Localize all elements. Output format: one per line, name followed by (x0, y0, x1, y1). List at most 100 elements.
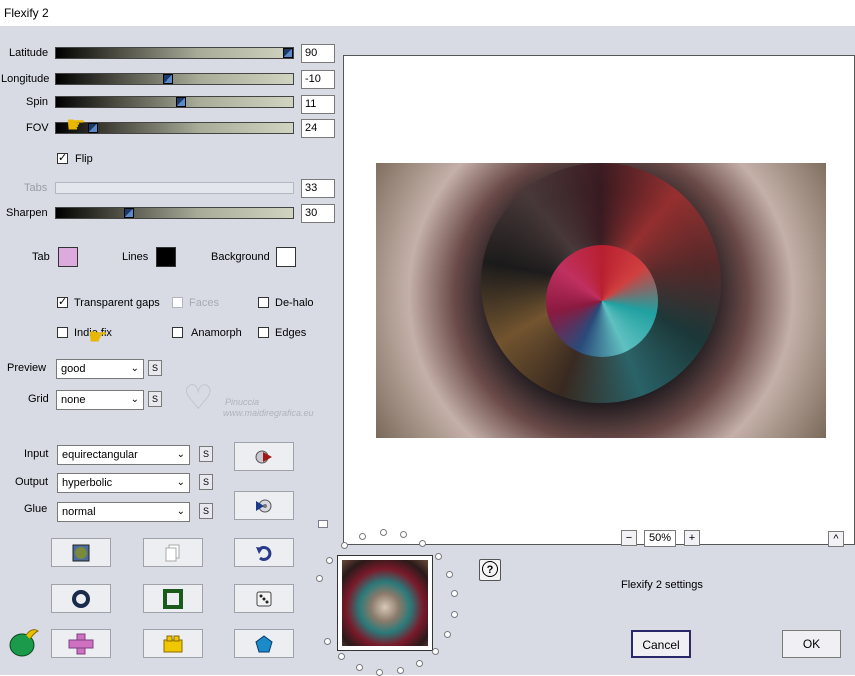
ok-button[interactable]: OK (782, 630, 841, 658)
fov-value[interactable]: 24 (301, 119, 335, 138)
edges-checkbox[interactable] (258, 327, 269, 338)
preset-dot[interactable] (445, 570, 453, 578)
lines-color-swatch[interactable] (156, 247, 176, 267)
slider-thumb[interactable] (176, 97, 186, 107)
expand-up-button[interactable]: ^ (828, 531, 844, 547)
glue-select[interactable]: normal ⌄ (57, 502, 190, 522)
latitude-slider[interactable] (55, 47, 294, 59)
grid-s-button[interactable]: S (148, 391, 162, 407)
slider-thumb[interactable] (163, 74, 173, 84)
longitude-slider[interactable] (55, 73, 294, 85)
heart-logo-icon: ♡ (183, 379, 214, 417)
preset-dot[interactable] (359, 532, 367, 540)
randomize-button[interactable] (234, 584, 294, 613)
fov-slider[interactable] (55, 122, 294, 134)
preview-pane[interactable] (343, 55, 855, 545)
cross-shape-button[interactable] (51, 629, 111, 658)
preset-dot[interactable] (451, 590, 459, 598)
zoom-out-button[interactable]: − (621, 530, 637, 546)
preset-dot[interactable] (415, 660, 423, 668)
preset-dot[interactable] (323, 638, 331, 646)
preset-dot[interactable] (432, 647, 440, 655)
background-color-swatch[interactable] (276, 247, 296, 267)
input-label: Input (24, 448, 49, 460)
square-frame-icon (163, 588, 183, 609)
slider-thumb[interactable] (283, 48, 293, 58)
title-bar: Flexify 2 (0, 0, 855, 26)
ring-icon (72, 589, 90, 608)
tab-color-label: Tab (32, 251, 50, 263)
block-shape-button[interactable] (143, 629, 203, 658)
globe-map-button[interactable] (51, 538, 111, 567)
preset-dot[interactable] (444, 630, 452, 638)
spin-slider[interactable] (55, 96, 294, 108)
preset-dot[interactable] (419, 539, 427, 547)
input-value: equirectangular (62, 449, 138, 461)
tabs-value[interactable]: 33 (301, 179, 335, 198)
tab-color-swatch[interactable] (58, 247, 78, 267)
play-animation-button[interactable] (234, 442, 294, 471)
indie-fix-checkbox[interactable] (57, 327, 68, 338)
faces-checkbox (172, 297, 183, 308)
slider-thumb[interactable] (88, 123, 98, 133)
help-button[interactable]: ? (479, 559, 501, 581)
copy-icon (165, 544, 180, 561)
transparent-gaps-checkbox[interactable]: ✓ (57, 296, 68, 308)
watermark-logo: ♡ Pinuccia www.maidiregrafica.eu (183, 381, 343, 421)
faces-label: Faces (189, 297, 219, 309)
render-button[interactable] (234, 491, 294, 520)
flip-checkbox[interactable]: ✓ (57, 152, 68, 164)
preset-dot[interactable] (434, 553, 442, 561)
flaming-pear-logo-icon[interactable] (6, 625, 40, 659)
glue-value: normal (62, 506, 96, 518)
pentagon-shape-button[interactable] (234, 629, 294, 658)
preset-dot[interactable] (326, 556, 334, 564)
cancel-button[interactable]: Cancel (631, 630, 691, 658)
watermark-url: www.maidiregrafica.eu (223, 408, 314, 418)
preset-dot[interactable] (337, 653, 345, 661)
longitude-value[interactable]: -10 (301, 70, 335, 89)
preset-dot[interactable] (316, 575, 324, 583)
preset-dot[interactable] (450, 611, 458, 619)
input-select[interactable]: equirectangular ⌄ (57, 445, 190, 465)
grid-select[interactable]: none ⌄ (56, 390, 144, 410)
preset-dot[interactable] (340, 542, 348, 550)
slider-thumb[interactable] (124, 208, 134, 218)
chevron-down-icon: ⌄ (130, 363, 139, 374)
output-s-button[interactable]: S (199, 474, 213, 490)
frame-shape-button[interactable] (143, 584, 203, 613)
preset-dot[interactable] (396, 667, 404, 675)
list-view-icon[interactable] (318, 520, 328, 528)
de-halo-checkbox[interactable] (258, 297, 269, 308)
tabs-slider (55, 182, 294, 194)
undo-button[interactable] (234, 538, 294, 567)
input-s-button[interactable]: S (199, 446, 213, 462)
edges-label: Edges (275, 327, 307, 339)
preset-dot[interactable] (379, 529, 387, 537)
thumbnail-preview[interactable] (337, 555, 433, 651)
fov-label: FOV (26, 122, 49, 134)
grid-label: Grid (28, 393, 49, 405)
pear-icon (9, 629, 39, 657)
zoom-in-button[interactable]: + (684, 530, 700, 546)
preview-s-button[interactable]: S (148, 360, 162, 376)
spin-value[interactable]: 11 (301, 95, 335, 114)
sharpen-value[interactable]: 30 (301, 204, 335, 223)
preset-dot[interactable] (355, 663, 363, 671)
chevron-down-icon: ⌄ (176, 506, 185, 517)
preview-quality-select[interactable]: good ⌄ (56, 359, 144, 379)
latitude-value[interactable]: 90 (301, 44, 335, 63)
copy-button[interactable] (143, 538, 203, 567)
checkmark-icon: ✓ (58, 152, 68, 164)
chevron-down-icon: ⌄ (176, 449, 185, 460)
ring-shape-button[interactable] (51, 584, 111, 613)
glue-s-button[interactable]: S (199, 503, 213, 519)
sharpen-slider[interactable] (55, 207, 294, 219)
dice-icon (256, 591, 272, 606)
flip-label: Flip (75, 153, 93, 165)
preview-core (546, 245, 658, 357)
output-select[interactable]: hyperbolic ⌄ (57, 473, 190, 493)
longitude-label: Longitude (1, 73, 50, 85)
globe-icon (72, 544, 90, 561)
anamorph-checkbox[interactable] (172, 327, 183, 338)
